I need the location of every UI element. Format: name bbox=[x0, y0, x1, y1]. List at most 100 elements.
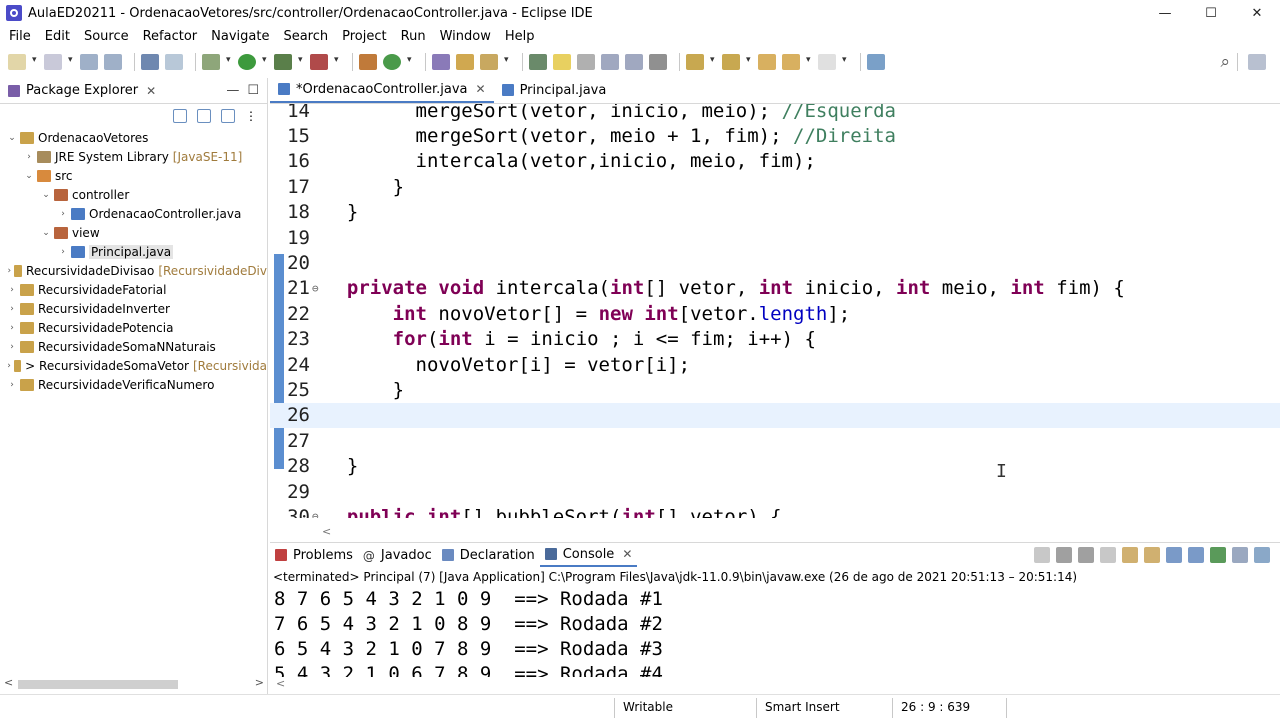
collapsed-arrow-icon[interactable]: › bbox=[6, 323, 18, 333]
remove-launch-icon[interactable] bbox=[1056, 547, 1072, 563]
toggle-mark-occurrences-icon[interactable] bbox=[529, 54, 547, 70]
show-on-output-icon[interactable] bbox=[1166, 547, 1182, 563]
new-icon[interactable] bbox=[8, 54, 26, 70]
code-line[interactable]: 28 } bbox=[270, 454, 1280, 479]
terminate-icon[interactable] bbox=[1034, 547, 1050, 563]
back-icon[interactable] bbox=[782, 54, 800, 70]
new-dropdown-icon[interactable] bbox=[32, 54, 40, 70]
code-line[interactable]: 24 novoVetor[i] = vetor[i]; bbox=[270, 352, 1280, 377]
console-output[interactable]: 8 7 6 5 4 3 2 1 0 9 ==> Rodada #1 7 6 5 … bbox=[270, 587, 1280, 677]
code-line[interactable]: 19 bbox=[270, 225, 1280, 250]
pin-console-icon[interactable] bbox=[1210, 547, 1226, 563]
show-whitespace-icon[interactable] bbox=[649, 54, 667, 70]
block-selection-icon[interactable] bbox=[601, 54, 619, 70]
code-line[interactable]: 30 ⊖ public int[] bubbleSort(int[] vetor)… bbox=[270, 504, 1280, 518]
collapsed-arrow-icon[interactable]: › bbox=[6, 285, 18, 295]
word-wrap-icon[interactable] bbox=[625, 54, 643, 70]
code-line[interactable]: 22 int novoVetor[] = new int[vetor.lengt… bbox=[270, 301, 1280, 326]
close-icon[interactable]: ✕ bbox=[146, 84, 156, 98]
open-type-icon[interactable] bbox=[432, 54, 450, 70]
menu-window[interactable]: Window bbox=[433, 29, 498, 44]
tab-javadoc[interactable]: @ Javadoc bbox=[358, 543, 437, 567]
terminal-icon[interactable] bbox=[141, 54, 159, 70]
menu-navigate[interactable]: Navigate bbox=[204, 29, 276, 44]
external-tools-dropdown-icon[interactable] bbox=[334, 54, 342, 70]
open-task-icon[interactable] bbox=[456, 54, 474, 70]
code-line[interactable]: 16 intercala(vetor,inicio, meio, fim); bbox=[270, 149, 1280, 174]
menu-file[interactable]: File bbox=[2, 29, 38, 44]
menu-search[interactable]: Search bbox=[276, 29, 335, 44]
code-line[interactable]: 15 mergeSort(vetor, meio + 1, fim); //Di… bbox=[270, 123, 1280, 148]
pin-editor-icon[interactable] bbox=[867, 54, 885, 70]
tab-principal[interactable]: Principal.java bbox=[494, 77, 615, 103]
previous-annotation-dropdown-icon[interactable] bbox=[746, 54, 754, 70]
collapsed-arrow-icon[interactable]: › bbox=[6, 304, 18, 314]
clear-console-icon[interactable] bbox=[1100, 547, 1116, 563]
tree-item[interactable]: › > RecursividadeSomaVetor [Recursivida bbox=[0, 356, 267, 375]
menu-project[interactable]: Project bbox=[335, 29, 393, 44]
minimize-view-icon[interactable]: — bbox=[226, 83, 239, 98]
tab-declaration[interactable]: Declaration bbox=[437, 543, 540, 567]
tree-item[interactable]: › RecursividadeVerificaNumero bbox=[0, 375, 267, 394]
next-annotation-dropdown-icon[interactable] bbox=[710, 54, 718, 70]
fold-toggle-icon[interactable]: ⊖ bbox=[312, 510, 319, 518]
collapse-all-icon[interactable] bbox=[173, 109, 187, 123]
tab-problems[interactable]: Problems bbox=[270, 543, 358, 567]
tree-item[interactable]: ⌄ OrdenacaoVetores bbox=[0, 128, 267, 147]
menu-run[interactable]: Run bbox=[394, 29, 433, 44]
expanded-arrow-icon[interactable]: ⌄ bbox=[23, 171, 35, 181]
external-tools-icon[interactable] bbox=[310, 54, 328, 70]
code-line[interactable]: 23 for(int i = inicio ; i <= fim; i++) { bbox=[270, 327, 1280, 352]
forward-icon[interactable] bbox=[818, 54, 836, 70]
menu-help[interactable]: Help bbox=[498, 29, 542, 44]
debug-dropdown-icon[interactable] bbox=[226, 54, 234, 70]
save-all-icon[interactable] bbox=[104, 54, 122, 70]
code-line[interactable]: 26 bbox=[270, 402, 1280, 428]
collapsed-arrow-icon[interactable]: › bbox=[57, 247, 69, 257]
close-icon[interactable]: ✕ bbox=[476, 82, 486, 96]
search-dropdown-icon[interactable] bbox=[504, 54, 512, 70]
scrollbar-thumb[interactable] bbox=[18, 680, 178, 689]
tree-item[interactable]: › RecursividadeFatorial bbox=[0, 280, 267, 299]
run-dropdown-icon[interactable] bbox=[262, 54, 270, 70]
save-icon[interactable] bbox=[80, 54, 98, 70]
code-line[interactable]: 18 } bbox=[270, 200, 1280, 225]
tree-item[interactable]: ⌄ controller bbox=[0, 185, 267, 204]
menu-refactor[interactable]: Refactor bbox=[136, 29, 205, 44]
tree-item[interactable]: ⌄ src bbox=[0, 166, 267, 185]
display-console-icon[interactable] bbox=[1232, 547, 1248, 563]
scroll-left-icon[interactable]: < bbox=[322, 525, 331, 538]
tab-ordenacao-controller[interactable]: *OrdenacaoController.java ✕ bbox=[270, 77, 494, 103]
minimize-button[interactable]: — bbox=[1142, 0, 1188, 26]
toggle-highlight-icon[interactable] bbox=[553, 54, 571, 70]
show-on-error-icon[interactable] bbox=[1188, 547, 1204, 563]
fold-toggle-icon[interactable]: ⊖ bbox=[312, 282, 319, 295]
word-wrap-console-icon[interactable] bbox=[1144, 547, 1160, 563]
collapsed-arrow-icon[interactable]: › bbox=[57, 209, 69, 219]
scroll-lock-icon[interactable] bbox=[1122, 547, 1138, 563]
new-java-package-icon[interactable] bbox=[359, 54, 377, 70]
tree-item[interactable]: › OrdenacaoController.java bbox=[0, 204, 267, 223]
filter-icon[interactable] bbox=[221, 109, 235, 123]
scroll-left-icon[interactable]: < bbox=[4, 676, 13, 689]
code-line[interactable]: 20 bbox=[270, 250, 1280, 275]
tree-item[interactable]: ⌄ view bbox=[0, 223, 267, 242]
menu-edit[interactable]: Edit bbox=[38, 29, 77, 44]
tab-console[interactable]: Console ✕ bbox=[539, 543, 638, 567]
debug-icon[interactable] bbox=[202, 54, 220, 70]
new-file-dropdown-icon[interactable] bbox=[68, 54, 76, 70]
tree-item[interactable]: › RecursividadePotencia bbox=[0, 318, 267, 337]
forward-dropdown-icon[interactable] bbox=[842, 54, 850, 70]
tree-item[interactable]: › RecursividadeDivisao [RecursividadeDiv bbox=[0, 261, 267, 280]
remove-all-launches-icon[interactable] bbox=[1078, 547, 1094, 563]
collapsed-arrow-icon[interactable]: › bbox=[6, 361, 12, 371]
collapsed-arrow-icon[interactable]: › bbox=[6, 380, 18, 390]
code-line[interactable]: 27 bbox=[270, 428, 1280, 453]
tree-item[interactable]: › RecursividadeInverter bbox=[0, 299, 267, 318]
toggle-breadcrumb-icon[interactable] bbox=[577, 54, 595, 70]
tab-package-explorer[interactable]: Package Explorer ✕ bbox=[0, 78, 164, 104]
expanded-arrow-icon[interactable]: ⌄ bbox=[40, 190, 52, 200]
horizontal-scrollbar[interactable]: < > bbox=[0, 674, 268, 694]
scroll-right-icon[interactable]: > bbox=[255, 676, 264, 689]
maximize-view-icon[interactable]: ☐ bbox=[247, 83, 259, 98]
